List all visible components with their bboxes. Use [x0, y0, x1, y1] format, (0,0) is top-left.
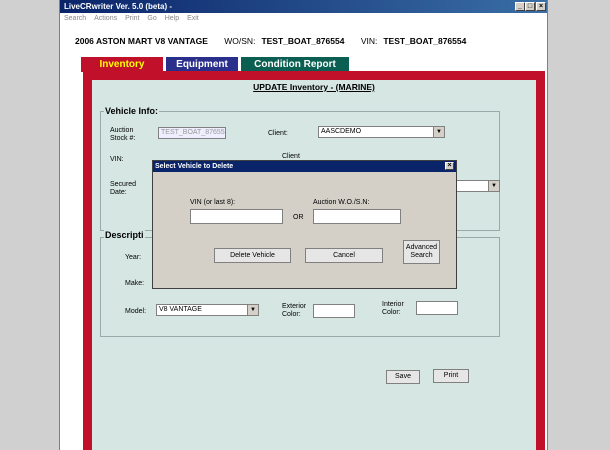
interior-color-label: Interior Color: — [382, 301, 404, 316]
advanced-search-button[interactable]: Advanced Search — [403, 240, 440, 264]
secured-date-label: Secured Date: — [110, 181, 137, 196]
auction-stock-field[interactable]: TEST_BOAT_876554 — [158, 127, 226, 139]
dialog-or-label: OR — [293, 214, 304, 221]
model-label: Model: — [125, 308, 147, 315]
save-button[interactable]: Save — [386, 370, 420, 384]
dialog-wo-input[interactable] — [313, 209, 401, 224]
form-heading: UPDATE Inventory - (MARINE) — [253, 82, 375, 92]
vehicle-title: 2006 ASTON MART V8 VANTAGE — [75, 36, 208, 46]
menu-help[interactable]: Help — [165, 15, 179, 22]
close-button[interactable]: × — [536, 2, 546, 11]
vehicle-header: 2006 ASTON MART V8 VANTAGE WO/SN: TEST_BO… — [75, 36, 472, 46]
exterior-color-label: Exterior Color: — [282, 303, 307, 318]
tab-condition-report[interactable]: Condition Report — [241, 57, 349, 72]
auction-stock-label: Auction Stock #: — [110, 127, 136, 142]
chevron-down-icon: ▼ — [247, 305, 258, 315]
dialog-vin-input[interactable] — [190, 209, 283, 224]
tab-equipment[interactable]: Equipment — [166, 57, 238, 72]
delete-vehicle-button[interactable]: Delete Vehicle — [214, 248, 291, 263]
vin-value: TEST_BOAT_876554 — [383, 36, 467, 46]
chevron-down-icon: ▼ — [488, 181, 499, 191]
dialog-cancel-button[interactable]: Cancel — [305, 248, 383, 263]
make-label: Make: — [125, 280, 145, 287]
interior-color-field[interactable] — [416, 301, 458, 315]
description-title: Descripti — [104, 230, 145, 240]
dialog-title-bar: Select Vehicle to Delete × — [153, 161, 456, 172]
dialog-wo-label: Auction W.O./S.N: — [313, 199, 370, 206]
dialog-title: Select Vehicle to Delete — [155, 163, 234, 170]
exterior-color-field[interactable] — [313, 304, 355, 318]
minimize-button[interactable]: _ — [515, 2, 525, 11]
menu-bar: Search Actions Print Go Help Exit — [60, 13, 547, 25]
window-title: LiveCRwriter Ver. 5.0 (beta) - — [64, 2, 173, 11]
vin-field-label: VIN: — [110, 156, 124, 163]
menu-actions[interactable]: Actions — [94, 15, 117, 22]
menu-exit[interactable]: Exit — [187, 15, 199, 22]
year-label: Year: — [125, 254, 142, 261]
desktop-background-right — [548, 0, 610, 450]
client-select-value: AASCDEMO — [321, 128, 362, 135]
model-select-value: V8 VANTAGE — [159, 306, 202, 313]
maximize-button[interactable]: □ — [525, 2, 535, 11]
dialog-vin-label: VIN (or last 8): — [190, 199, 236, 206]
tab-inventory[interactable]: Inventory — [81, 57, 163, 72]
title-bar: LiveCRwriter Ver. 5.0 (beta) - _ □ × — [60, 0, 547, 13]
wo-label: WO/SN: — [224, 36, 256, 46]
print-button[interactable]: Print — [433, 369, 469, 383]
delete-vehicle-dialog: Select Vehicle to Delete × VIN (or last … — [152, 160, 457, 289]
dialog-close-button[interactable]: × — [445, 162, 454, 170]
desktop-background-left — [0, 0, 59, 450]
wo-value: TEST_BOAT_876554 — [261, 36, 345, 46]
menu-print[interactable]: Print — [125, 15, 139, 22]
menu-go[interactable]: Go — [147, 15, 156, 22]
menu-search[interactable]: Search — [64, 15, 86, 22]
vehicle-info-title: Vehicle Info: — [104, 106, 160, 116]
vin-label: VIN: — [360, 36, 378, 46]
secured-date-select[interactable]: ▼ — [456, 180, 500, 192]
client-label: Client: — [268, 130, 288, 137]
client-select[interactable]: AASCDEMO ▼ — [318, 126, 445, 138]
chevron-down-icon: ▼ — [433, 127, 444, 137]
model-select[interactable]: V8 VANTAGE ▼ — [156, 304, 259, 316]
